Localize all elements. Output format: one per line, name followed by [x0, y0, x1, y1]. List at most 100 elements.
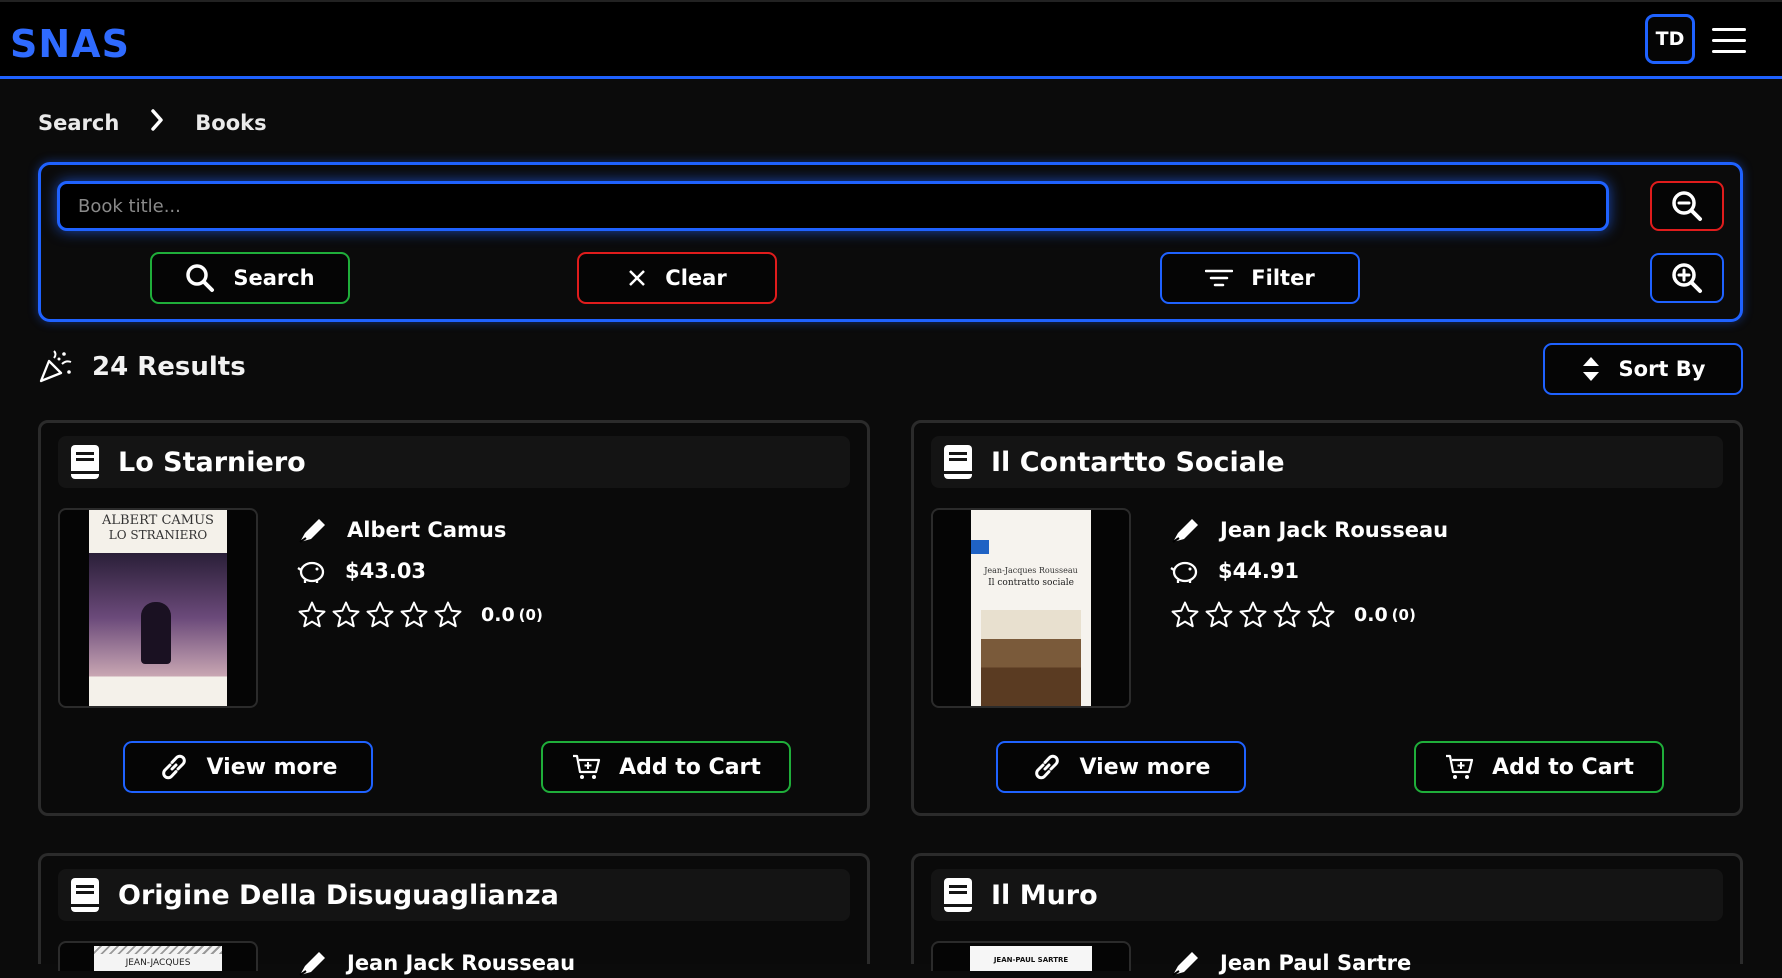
clear-button[interactable]: Clear — [577, 252, 777, 304]
confetti-icon — [39, 350, 72, 383]
star-icon — [1171, 601, 1199, 628]
author-row: Jean Jack Rousseau — [297, 948, 575, 978]
clear-button-label: Clear — [665, 266, 727, 290]
breadcrumb-books[interactable]: Books — [195, 111, 266, 135]
book-author: Jean Jack Rousseau — [347, 951, 576, 975]
pen-icon — [1172, 519, 1198, 543]
book-author: Albert Camus — [347, 518, 507, 542]
piggy-bank-icon — [297, 561, 325, 583]
cover-author: Jean-Jacques Rousseau — [984, 566, 1078, 575]
book-card-header: Origine Della Disuguaglianza — [58, 869, 850, 921]
close-icon — [629, 270, 646, 286]
filter-button-label: Filter — [1251, 266, 1315, 290]
book-icon — [944, 878, 972, 912]
star-icon — [1273, 601, 1301, 628]
chevron-right-icon — [149, 108, 165, 137]
author-row: Albert Camus — [297, 515, 506, 545]
star-icon — [1307, 601, 1335, 628]
breadcrumb: Search Books — [38, 108, 267, 137]
cover-author: JEAN-JACQUES — [125, 958, 191, 968]
book-author: Jean Jack Rousseau — [1220, 518, 1449, 542]
sort-by-label: Sort By — [1618, 357, 1706, 381]
results-count: 24 Results — [92, 352, 246, 382]
cover-author: JEAN-PAUL SARTRE — [993, 956, 1069, 964]
star-icon — [1205, 601, 1233, 628]
book-icon — [71, 878, 99, 912]
star-icon — [1239, 601, 1267, 628]
book-title[interactable]: Il Muro — [991, 880, 1098, 911]
cover-title: Il contratto sociale — [988, 578, 1074, 588]
search-button-label: Search — [233, 266, 315, 290]
link-icon — [161, 754, 186, 780]
cover-author: ALBERT CAMUS — [102, 513, 214, 528]
author-row: Jean Jack Rousseau — [1170, 515, 1448, 545]
book-icon — [944, 445, 972, 479]
book-card-header: Il Muro — [931, 869, 1723, 921]
book-title[interactable]: Lo Starniero — [118, 447, 306, 478]
rating-value: 0.0 — [481, 604, 515, 626]
top-navbar: SNAS TD — [0, 0, 1782, 79]
rating-row: 0.0 (0) — [1170, 600, 1416, 630]
book-card: Il Contartto Sociale Jean-Jacques Rousse… — [911, 420, 1743, 816]
book-cover[interactable]: Jean-Jacques Rousseau Il contratto socia… — [931, 508, 1131, 708]
star-icon — [298, 601, 326, 628]
book-card: Lo Starniero ALBERT CAMUS LO STRANIERO A… — [38, 420, 870, 816]
book-card: Il Muro JEAN-PAUL SARTRE Jean Paul Sartr… — [911, 853, 1743, 976]
cart-icon — [573, 754, 601, 779]
pen-icon — [299, 519, 325, 543]
price-row: $43.03 — [297, 558, 426, 584]
user-avatar[interactable]: TD — [1645, 14, 1695, 64]
book-cover[interactable]: JEAN-JACQUES — [58, 941, 258, 971]
rating-row: 0.0 (0) — [297, 600, 543, 630]
book-title[interactable]: Origine Della Disuguaglianza — [118, 880, 559, 911]
link-icon — [1034, 754, 1059, 780]
zoom-in-icon — [1672, 263, 1702, 293]
star-icon — [434, 601, 462, 628]
book-price: $43.03 — [345, 559, 427, 583]
zoom-out-button[interactable] — [1650, 181, 1724, 231]
author-row: Jean Paul Sartre — [1170, 948, 1411, 978]
zoom-in-button[interactable] — [1650, 253, 1724, 303]
book-title[interactable]: Il Contartto Sociale — [991, 447, 1285, 478]
cart-icon — [1446, 754, 1474, 779]
pen-icon — [1172, 952, 1198, 976]
book-icon — [71, 445, 99, 479]
piggy-bank-icon — [1170, 561, 1198, 583]
view-more-label: View more — [206, 754, 338, 780]
book-card: Origine Della Disuguaglianza JEAN-JACQUE… — [38, 853, 870, 976]
search-icon — [186, 264, 215, 292]
filter-button[interactable]: Filter — [1160, 252, 1360, 304]
pen-icon — [299, 952, 325, 976]
star-rating[interactable] — [297, 600, 463, 630]
star-rating[interactable] — [1170, 600, 1336, 630]
view-more-label: View more — [1079, 754, 1211, 780]
filter-icon — [1205, 269, 1234, 287]
rating-count: (0) — [518, 606, 543, 624]
view-more-button[interactable]: View more — [123, 741, 373, 793]
book-card-header: Lo Starniero — [58, 436, 850, 488]
view-more-button[interactable]: View more — [996, 741, 1246, 793]
app-logo[interactable]: SNAS — [10, 22, 130, 66]
sort-icon — [1582, 357, 1599, 381]
add-to-cart-label: Add to Cart — [1492, 754, 1634, 780]
price-row: $44.91 — [1170, 558, 1299, 584]
book-price: $44.91 — [1218, 559, 1300, 583]
book-cover[interactable]: JEAN-PAUL SARTRE — [931, 941, 1131, 971]
menu-icon[interactable] — [1712, 28, 1746, 54]
zoom-out-icon — [1672, 191, 1702, 221]
search-button[interactable]: Search — [150, 252, 350, 304]
add-to-cart-button[interactable]: Add to Cart — [541, 741, 791, 793]
results-summary: 24 Results — [38, 350, 246, 384]
rating-value: 0.0 — [1354, 604, 1388, 626]
book-card-header: Il Contartto Sociale — [931, 436, 1723, 488]
sort-by-button[interactable]: Sort By — [1543, 343, 1743, 395]
star-icon — [366, 601, 394, 628]
add-to-cart-label: Add to Cart — [619, 754, 761, 780]
add-to-cart-button[interactable]: Add to Cart — [1414, 741, 1664, 793]
book-cover[interactable]: ALBERT CAMUS LO STRANIERO — [58, 508, 258, 708]
book-title-input[interactable] — [57, 181, 1609, 231]
star-icon — [332, 601, 360, 628]
star-icon — [400, 601, 428, 628]
breadcrumb-search[interactable]: Search — [38, 111, 119, 135]
rating-count: (0) — [1391, 606, 1416, 624]
